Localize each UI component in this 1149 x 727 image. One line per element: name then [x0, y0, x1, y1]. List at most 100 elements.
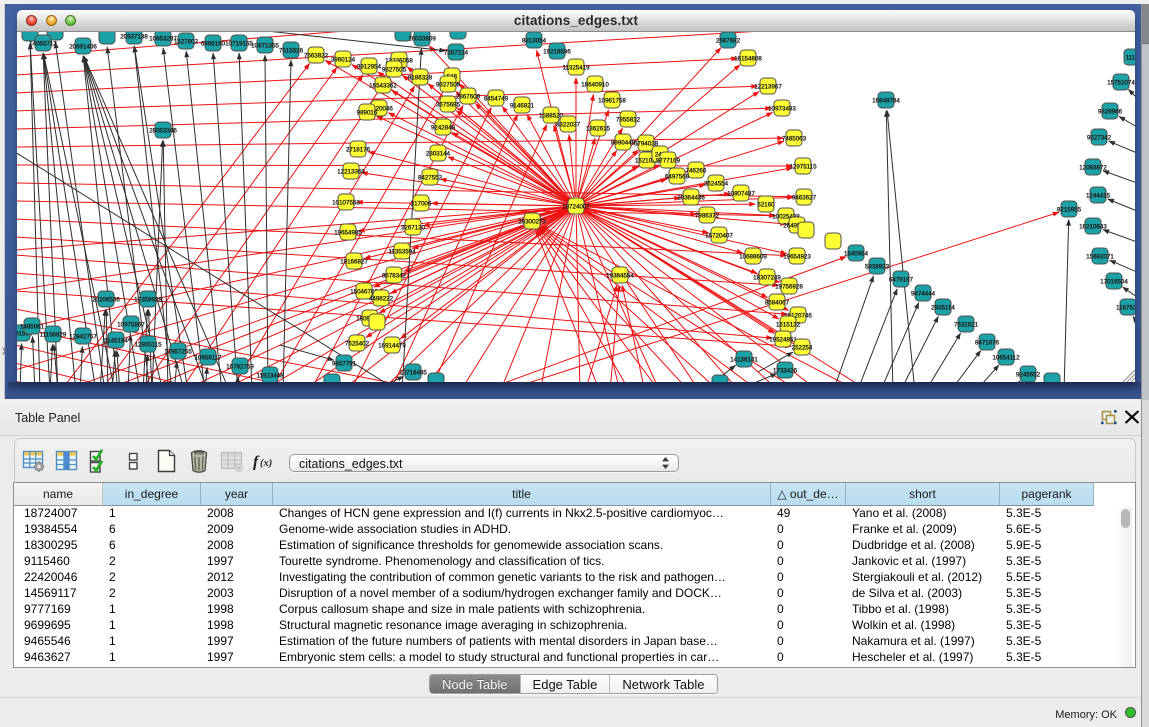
node-table[interactable]: namein_degreeyeartitle△ out_de…shortpage… [13, 482, 1136, 668]
graph-edge[interactable] [1064, 220, 1069, 383]
tab-edge-table[interactable]: Edge Table [521, 675, 611, 693]
graph-node[interactable]: 8471676 [975, 334, 1000, 350]
graph-node[interactable]: 9146821 [510, 97, 535, 113]
tab-node-table[interactable]: Node Table [430, 675, 521, 693]
graph-node[interactable] [428, 373, 444, 382]
graph-edge[interactable] [456, 111, 569, 201]
graph-node[interactable]: 12942757 [69, 328, 97, 344]
delete-column-icon[interactable] [182, 448, 215, 474]
graph-node[interactable]: 16033809 [408, 32, 436, 46]
graph-node[interactable]: 9857791 [332, 355, 357, 371]
graph-edge[interactable] [1128, 89, 1135, 98]
graph-node[interactable]: 7357224 [444, 44, 469, 60]
graph-edge[interactable] [280, 345, 334, 360]
graph-edge[interactable] [128, 335, 131, 383]
graph-node[interactable] [99, 32, 115, 44]
graph-edge[interactable] [33, 337, 36, 383]
graph-edge[interactable] [925, 333, 961, 382]
column-header-out-de-[interactable]: △ out_de… [771, 483, 846, 506]
graph-edge[interactable] [540, 227, 760, 382]
graph-node[interactable] [712, 375, 728, 382]
graph-edge[interactable] [1108, 199, 1135, 211]
graph-node[interactable]: 19654923 [783, 248, 811, 264]
graph-edge[interactable] [117, 351, 120, 383]
close-panel-icon[interactable] [1122, 408, 1142, 426]
graph-edge[interactable] [537, 230, 630, 382]
window-resize-grip[interactable] [1123, 370, 1135, 382]
graph-node[interactable]: 7515526 [279, 42, 304, 58]
graph-edge[interactable] [17, 363, 125, 382]
column-header-pagerank[interactable]: pagerank [1000, 483, 1094, 506]
graph-node[interactable]: 9227342 [1087, 129, 1112, 145]
column-header-in-degree[interactable]: in_degree [103, 483, 201, 506]
graph-edge[interactable] [1110, 260, 1135, 272]
graph-node[interactable]: 10973493 [768, 100, 796, 116]
float-panel-icon[interactable] [1099, 408, 1119, 426]
graph-node[interactable]: 10654112 [992, 349, 1020, 365]
graph-node[interactable] [369, 314, 385, 330]
graph-node[interactable]: 1640954 [844, 245, 869, 261]
column-header-short[interactable]: short [846, 483, 1000, 506]
network-canvas[interactable]: 1405571320691406209371381065328715276026… [17, 32, 1135, 382]
graph-node[interactable] [324, 374, 340, 382]
row-height-icon[interactable] [116, 449, 149, 473]
table-row[interactable]: 1938455462009Genome-wide association stu… [14, 522, 1135, 538]
column-header-name[interactable]: name [14, 483, 103, 506]
graph-node[interactable]: 252254 [792, 339, 813, 355]
graph-edge[interactable] [163, 48, 205, 382]
graph-node[interactable]: 12093872 [1079, 159, 1107, 175]
graph-node[interactable]: 2687682 [716, 32, 741, 48]
graph-node[interactable]: 19384554 [606, 267, 634, 283]
graph-node[interactable]: 19218596 [543, 43, 571, 59]
graph-edge[interactable] [50, 345, 53, 383]
graph-edge[interactable] [20, 344, 22, 383]
function-builder-icon[interactable]: f(x) [248, 450, 281, 472]
graph-node[interactable]: 6966160 [201, 35, 226, 51]
graph-node[interactable]: 16154808 [734, 50, 762, 66]
graph-node[interactable]: 989016 [357, 104, 378, 120]
graph-node[interactable]: 62160 [757, 196, 775, 212]
graph-edge[interactable] [400, 211, 568, 338]
graph-node[interactable]: 8215955 [1057, 201, 1082, 217]
graph-node[interactable]: 16210643 [1079, 218, 1107, 234]
table-mode-icon[interactable] [17, 449, 50, 473]
graph-node[interactable]: 11325419 [562, 59, 590, 75]
graph-edge[interactable] [106, 310, 108, 383]
graph-node[interactable]: 10719155 [225, 35, 253, 51]
graph-node[interactable]: 8684067 [765, 294, 790, 310]
graph-edge[interactable] [239, 53, 252, 382]
graph-edge[interactable] [1133, 316, 1135, 323]
left-collapse-strip[interactable]: ❯ [0, 4, 5, 399]
new-column-icon[interactable] [149, 448, 182, 474]
show-columns-icon[interactable] [50, 449, 83, 473]
graph-node[interactable]: 3267130 [401, 219, 426, 235]
graph-edge[interactable] [368, 152, 567, 204]
graph-node[interactable]: 12975115 [789, 158, 817, 174]
graph-edge[interactable] [17, 208, 567, 330]
graph-node[interactable]: 17016504 [1100, 273, 1128, 289]
graph-node[interactable]: 5938923 [865, 258, 890, 274]
table-row[interactable]: 2242004622012Investigating the contribut… [14, 570, 1135, 586]
table-row[interactable]: 1830029562008Estimation of significance … [14, 538, 1135, 554]
graph-node[interactable]: 15692071 [1086, 248, 1114, 264]
scrollbar-thumb[interactable] [1121, 509, 1130, 528]
graph-edge[interactable] [1103, 230, 1135, 242]
table-vertical-scrollbar[interactable] [1119, 507, 1132, 667]
graph-node[interactable]: 1167533 [1116, 299, 1135, 315]
graph-node[interactable]: 1145194 [104, 332, 128, 348]
graph-node[interactable]: 8813054 [522, 32, 547, 48]
graph-node[interactable]: 20937138 [120, 32, 148, 44]
network-view-window[interactable]: citations_edges.txt 14055713206914062093… [17, 10, 1135, 382]
column-header-year[interactable]: year [201, 483, 273, 506]
graph-edge[interactable] [260, 211, 568, 382]
graph-node[interactable]: 10961758 [598, 92, 626, 108]
graph-node[interactable]: 1112 [1124, 49, 1135, 65]
graph-node[interactable]: 16914479 [378, 337, 406, 353]
select-all-icon[interactable] [83, 448, 116, 474]
graph-edge[interactable] [432, 203, 568, 206]
graph-node[interactable]: 1527602 [174, 33, 199, 49]
graph-node[interactable]: 7955812 [616, 111, 641, 127]
graph-edge[interactable] [887, 110, 915, 382]
graph-node[interactable]: 16648784 [872, 92, 900, 108]
graph-node[interactable]: 19654985 [334, 224, 362, 240]
